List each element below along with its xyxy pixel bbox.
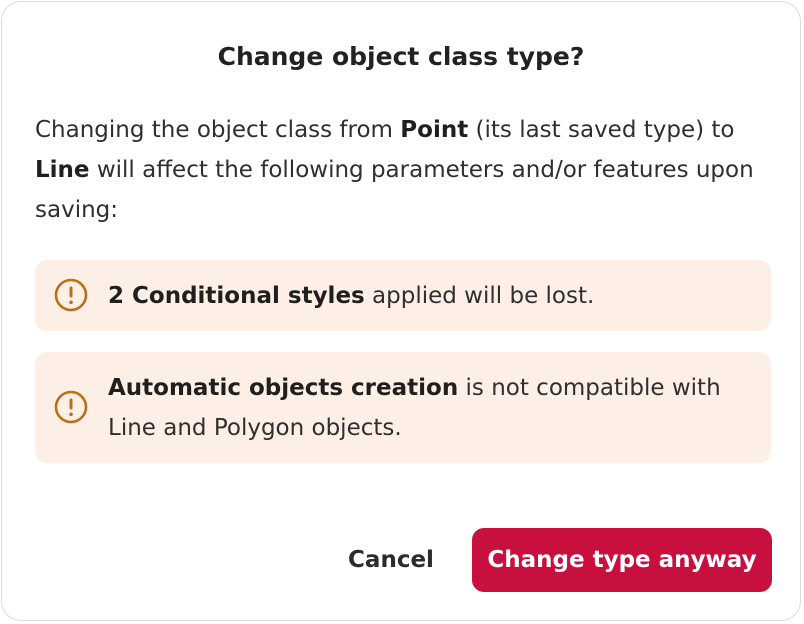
change-type-dialog: Change object class type? Changing the o… (1, 1, 801, 621)
to-type: Line (35, 157, 90, 183)
message-part-2: (its last saved type) to (468, 117, 735, 143)
dialog-message: Changing the object class from Point (it… (35, 110, 765, 230)
warning-emphasis: Automatic objects creation (108, 375, 459, 401)
change-type-anyway-button[interactable]: Change type anyway (472, 528, 772, 592)
exclamation-circle-icon (54, 390, 88, 424)
from-type: Point (400, 117, 469, 143)
warning-emphasis: 2 Conditional styles (108, 283, 365, 309)
message-part-1: Changing the object class from (35, 117, 401, 143)
exclamation-circle-icon (54, 278, 88, 312)
warning-text: applied will be lost. (364, 283, 595, 309)
warning-automatic-objects: Automatic objects creation is not compat… (35, 352, 771, 463)
warning-conditional-styles: 2 Conditional styles applied will be los… (35, 260, 771, 331)
message-part-3: will affect the following parameters and… (35, 157, 754, 223)
dialog-title: Change object class type? (217, 42, 585, 71)
cancel-button[interactable]: Cancel (339, 530, 443, 590)
